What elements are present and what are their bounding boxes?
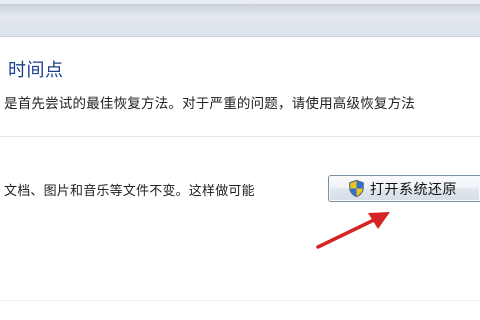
button-label: 打开系统还原 [370,181,457,198]
bottom-divider [0,300,480,301]
header-shade [0,4,480,16]
open-system-restore-button[interactable]: 打开系统还原 [328,175,480,202]
system-restore-info: 文档、图片和音乐等文件不变。这样做可能 [4,184,255,199]
section-heading: 时间点 [8,60,64,81]
red-arrow-icon [316,212,390,249]
divider [0,136,480,137]
recovery-description: 是首先尝试的最佳恢复方法。对于严重的问题，请使用高级恢复方法 [4,96,415,112]
uac-shield-icon [348,179,365,198]
